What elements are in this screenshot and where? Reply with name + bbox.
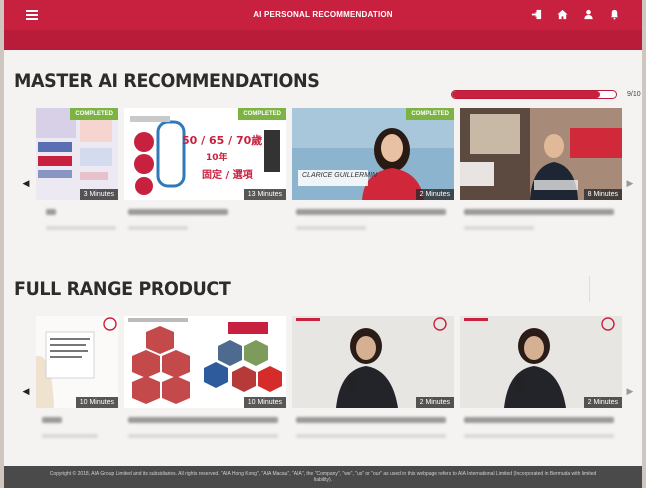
thumbnail-graphic xyxy=(124,108,286,200)
home-icon[interactable] xyxy=(556,8,568,20)
products-title: FULL RANGE PRODUCT xyxy=(14,278,231,300)
video-thumbnail: 2 Minutes xyxy=(460,316,622,408)
progress-fill xyxy=(452,91,600,98)
thumbnail-graphic xyxy=(36,108,118,200)
video-card[interactable]: 50 / 65 / 70歲 10年 固定 / 選項 COMPLETED 13 M… xyxy=(124,108,286,240)
completed-badge: COMPLETED xyxy=(70,108,118,120)
thumbnail-graphic xyxy=(36,316,118,408)
carousel-prev-button[interactable]: ◀ xyxy=(20,176,32,190)
top-bar: AI PERSONAL RECOMMENDATION xyxy=(4,0,642,30)
duration-label: 10 Minutes xyxy=(75,397,118,408)
video-thumbnail: CLARICE GUILLERMIN COMPLETED 2 Minutes xyxy=(292,108,454,200)
video-thumbnail: 10 Minutes xyxy=(36,316,118,408)
thumbnail-graphic xyxy=(292,316,454,408)
thumbnail-graphic xyxy=(460,108,622,200)
video-card[interactable]: 2 Minutes xyxy=(292,316,454,448)
thumbnail-graphic xyxy=(460,316,622,408)
footer: Copyright © 2018, AIA Group Limited and … xyxy=(4,466,642,488)
slide-text-ages: 50 / 65 / 70歲 xyxy=(182,134,263,147)
video-card[interactable]: COMPLETED 3 Minutes xyxy=(36,108,118,240)
logout-icon[interactable] xyxy=(530,8,542,20)
duration-label: 3 Minutes xyxy=(79,189,118,200)
products-carousel: ◀ ▶ 10 Minutes 10 Minutes 2 Minutes 2 Mi… xyxy=(4,316,642,456)
header-actions xyxy=(530,8,620,20)
carousel-next-button[interactable]: ▶ xyxy=(624,176,636,190)
progress-label: 9/10 xyxy=(627,91,641,98)
carousel-next-button[interactable]: ▶ xyxy=(624,384,636,398)
video-thumbnail: 2 Minutes xyxy=(292,316,454,408)
progress: 9/10 xyxy=(451,90,641,99)
copyright-text: Copyright © 2018, AIA Group Limited and … xyxy=(49,471,597,483)
duration-label: 2 Minutes xyxy=(415,397,454,408)
carousel-prev-button[interactable]: ◀ xyxy=(20,384,32,398)
duration-label: 2 Minutes xyxy=(583,397,622,408)
progress-bar xyxy=(451,90,617,99)
thumbnail-graphic xyxy=(124,316,286,408)
video-thumbnail: 50 / 65 / 70歲 10年 固定 / 選項 COMPLETED 13 M… xyxy=(124,108,286,200)
recommendations-title: MASTER AI RECOMMENDATIONS xyxy=(14,70,320,92)
thumbnail-graphic xyxy=(292,108,454,200)
video-thumbnail: COMPLETED 3 Minutes xyxy=(36,108,118,200)
slide-text-options: 固定 / 選項 xyxy=(202,170,253,181)
slide-text-years: 10年 xyxy=(206,153,228,163)
divider xyxy=(589,276,590,302)
video-card[interactable]: 8 Minutes xyxy=(460,108,622,240)
app-frame: AI PERSONAL RECOMMENDATION MASTER AI REC… xyxy=(4,0,642,488)
recommendations-carousel: ◀ ▶ COMPLETED 3 Minutes 50 / 65 / 70歲 10… xyxy=(4,108,642,248)
video-card[interactable]: 2 Minutes xyxy=(460,316,622,448)
video-card[interactable]: 10 Minutes xyxy=(124,316,286,448)
duration-label: 10 Minutes xyxy=(243,397,286,408)
notification-icon[interactable] xyxy=(608,8,620,20)
completed-badge: COMPLETED xyxy=(406,108,454,120)
speaker-caption: CLARICE GUILLERMIN xyxy=(302,172,378,179)
user-icon[interactable] xyxy=(582,8,594,20)
duration-label: 8 Minutes xyxy=(583,189,622,200)
video-thumbnail: 8 Minutes xyxy=(460,108,622,200)
duration-label: 2 Minutes xyxy=(415,189,454,200)
video-card[interactable]: 10 Minutes xyxy=(36,316,118,448)
video-thumbnail: 10 Minutes xyxy=(124,316,286,408)
video-card[interactable]: CLARICE GUILLERMIN COMPLETED 2 Minutes xyxy=(292,108,454,240)
completed-badge: COMPLETED xyxy=(238,108,286,120)
duration-label: 13 Minutes xyxy=(243,189,286,200)
sub-bar xyxy=(4,30,642,50)
